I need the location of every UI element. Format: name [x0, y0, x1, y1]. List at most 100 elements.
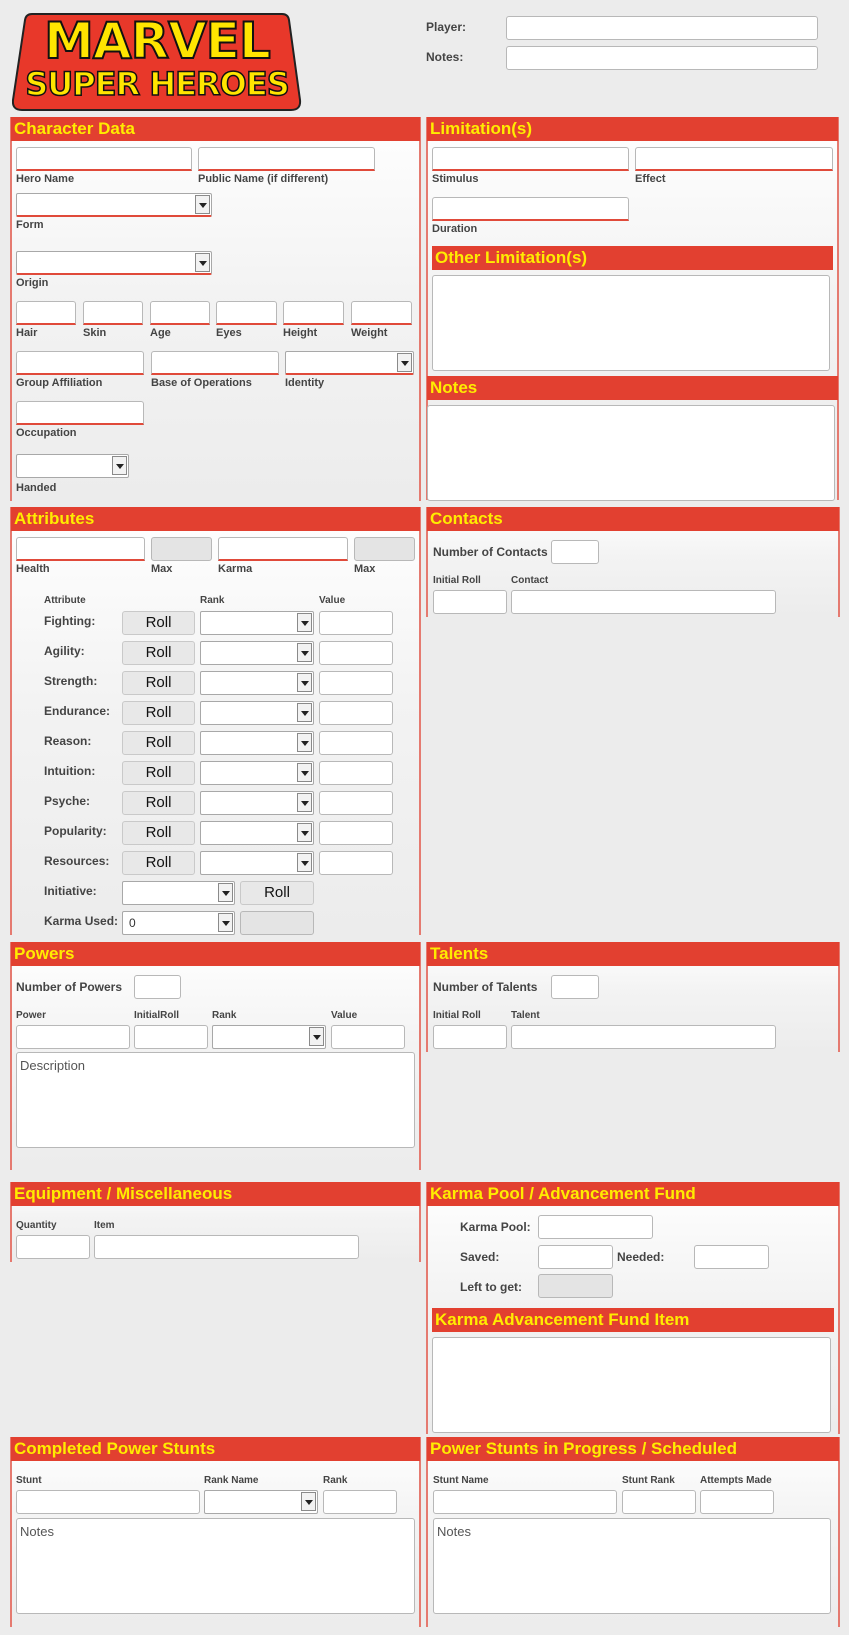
notes-textarea[interactable] [427, 405, 835, 501]
quantity-input[interactable] [16, 1235, 90, 1259]
value-input-strength[interactable] [319, 671, 393, 695]
value-input-popularity[interactable] [319, 821, 393, 845]
identity-select[interactable] [285, 351, 414, 375]
chevron-down-icon[interactable] [309, 1027, 324, 1046]
attempts-made-input[interactable] [700, 1490, 774, 1514]
contact-input[interactable] [511, 590, 776, 614]
chevron-down-icon[interactable] [397, 353, 412, 372]
duration-input[interactable] [432, 197, 629, 221]
number-of-powers-input[interactable] [134, 975, 181, 999]
rank-select-intuition[interactable] [200, 761, 314, 785]
value-input-resources[interactable] [319, 851, 393, 875]
chevron-down-icon[interactable] [195, 195, 210, 214]
item-input[interactable] [94, 1235, 359, 1259]
stunts-progress-notes[interactable]: Notes [433, 1518, 831, 1614]
stunt-rank-input[interactable] [323, 1490, 397, 1514]
chevron-down-icon[interactable] [218, 883, 233, 902]
roll-button-intuition[interactable]: Roll [122, 761, 195, 785]
header-notes-input[interactable] [506, 46, 818, 70]
stunt-input[interactable] [16, 1490, 200, 1514]
contact-initial-roll-input[interactable] [433, 590, 507, 614]
chevron-down-icon[interactable] [297, 673, 312, 692]
hair-input[interactable] [16, 301, 76, 325]
chevron-down-icon[interactable] [218, 913, 233, 932]
needed-input[interactable] [694, 1245, 769, 1269]
roll-button-agility[interactable]: Roll [122, 641, 195, 665]
chevron-down-icon[interactable] [297, 733, 312, 752]
other-limitations-textarea[interactable] [432, 275, 830, 371]
roll-button-strength[interactable]: Roll [122, 671, 195, 695]
skin-input[interactable] [83, 301, 143, 325]
player-input[interactable] [506, 16, 818, 40]
chevron-down-icon[interactable] [112, 456, 127, 475]
number-of-contacts-input[interactable] [551, 540, 599, 564]
group-affiliation-input[interactable] [16, 351, 144, 375]
saved-input[interactable] [538, 1245, 613, 1269]
karma-pool-input[interactable] [538, 1215, 653, 1239]
public-name-input[interactable] [198, 147, 375, 171]
chevron-down-icon[interactable] [301, 1492, 316, 1511]
stunt-rank-progress-input[interactable] [622, 1490, 696, 1514]
roll-button-resources[interactable]: Roll [122, 851, 195, 875]
rank-select-strength[interactable] [200, 671, 314, 695]
form-select[interactable] [16, 193, 212, 217]
rank-select-fighting[interactable] [200, 611, 314, 635]
value-input-psyche[interactable] [319, 791, 393, 815]
rank-select-agility[interactable] [200, 641, 314, 665]
eyes-input[interactable] [216, 301, 277, 325]
rank-select-resources[interactable] [200, 851, 314, 875]
roll-button-reason[interactable]: Roll [122, 731, 195, 755]
karma-used-select[interactable]: 0 [122, 911, 235, 935]
rank-select-reason[interactable] [200, 731, 314, 755]
chevron-down-icon[interactable] [297, 763, 312, 782]
power-description-textarea[interactable]: Description [16, 1052, 415, 1148]
height-input[interactable] [283, 301, 344, 325]
weight-input[interactable] [351, 301, 412, 325]
handed-select[interactable] [16, 454, 129, 478]
value-input-endurance[interactable] [319, 701, 393, 725]
stunt-name-input[interactable] [433, 1490, 617, 1514]
base-of-operations-input[interactable] [151, 351, 279, 375]
health-input[interactable] [16, 537, 145, 561]
value-input-fighting[interactable] [319, 611, 393, 635]
power-value-input[interactable] [331, 1025, 405, 1049]
chevron-down-icon[interactable] [297, 793, 312, 812]
rank-select-psyche[interactable] [200, 791, 314, 815]
stimulus-input[interactable] [432, 147, 629, 171]
karma-fund-item-textarea[interactable] [432, 1337, 831, 1433]
karma-used-result [240, 911, 314, 935]
power-rank-select[interactable] [212, 1025, 326, 1049]
talent-input[interactable] [511, 1025, 776, 1049]
value-input-agility[interactable] [319, 641, 393, 665]
origin-select[interactable] [16, 251, 212, 275]
karma-input[interactable] [218, 537, 348, 561]
value-input-intuition[interactable] [319, 761, 393, 785]
power-initial-roll-input[interactable] [134, 1025, 208, 1049]
chevron-down-icon[interactable] [297, 853, 312, 872]
talent-initial-roll-input[interactable] [433, 1025, 507, 1049]
chevron-down-icon[interactable] [195, 253, 210, 272]
rank-select-endurance[interactable] [200, 701, 314, 725]
roll-button-fighting[interactable]: Roll [122, 611, 195, 635]
rank-name-select[interactable] [204, 1490, 318, 1514]
chevron-down-icon[interactable] [297, 703, 312, 722]
power-input[interactable] [16, 1025, 130, 1049]
roll-button-popularity[interactable]: Roll [122, 821, 195, 845]
occupation-input[interactable] [16, 401, 144, 425]
value-input-reason[interactable] [319, 731, 393, 755]
number-of-powers-label: Number of Powers [16, 980, 123, 994]
chevron-down-icon[interactable] [297, 823, 312, 842]
completed-stunts-notes[interactable]: Notes [16, 1518, 415, 1614]
hero-name-input[interactable] [16, 147, 192, 171]
age-input[interactable] [150, 301, 210, 325]
rank-select-popularity[interactable] [200, 821, 314, 845]
number-of-talents-input[interactable] [551, 975, 599, 999]
roll-button-psyche[interactable]: Roll [122, 791, 195, 815]
initiative-select[interactable] [122, 881, 235, 905]
skin-label: Skin [83, 327, 107, 339]
initiative-roll-button[interactable]: Roll [240, 881, 314, 905]
chevron-down-icon[interactable] [297, 613, 312, 632]
effect-input[interactable] [635, 147, 833, 171]
roll-button-endurance[interactable]: Roll [122, 701, 195, 725]
chevron-down-icon[interactable] [297, 643, 312, 662]
